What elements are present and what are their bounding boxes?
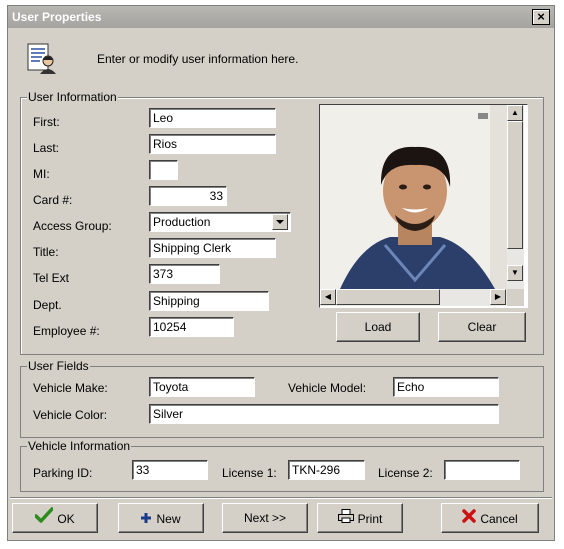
user-fields-legend: User Fields	[27, 359, 90, 373]
last-label: Last:	[33, 141, 60, 155]
x-icon	[462, 505, 477, 533]
access-group-label: Access Group:	[33, 219, 112, 233]
mi-label: MI:	[33, 167, 50, 181]
cancel-button[interactable]: Cancel	[441, 503, 539, 533]
dept-input[interactable]: Shipping	[149, 291, 269, 311]
license-2-label: License 2:	[378, 466, 433, 480]
cancel-label: Cancel	[480, 511, 518, 526]
access-group-value: Production	[153, 215, 211, 229]
scroll-up-button[interactable]: ▲	[507, 105, 523, 121]
parking-id-label: Parking ID:	[33, 466, 93, 480]
print-label: Print	[357, 511, 383, 526]
scrollbar-corner	[507, 289, 524, 306]
header-instruction: Enter or modify user information here.	[97, 52, 299, 66]
first-name-input[interactable]: Leo	[149, 108, 276, 128]
employee-photo	[320, 105, 509, 289]
license-2-input[interactable]	[444, 460, 520, 480]
access-group-select[interactable]: Production	[149, 212, 291, 232]
user-information-legend: User Information	[27, 90, 118, 104]
checkmark-icon	[34, 505, 55, 533]
photo-horizontal-scrollbar[interactable]: ◀ ▶	[320, 289, 507, 306]
next-button[interactable]: Next >>	[222, 503, 308, 533]
photo-scroll-thumb-v[interactable]	[507, 121, 523, 249]
user-document-icon	[25, 42, 59, 76]
title-input[interactable]: Shipping Clerk	[149, 238, 276, 258]
employee-number-input[interactable]: 10254	[149, 317, 234, 337]
chevron-down-icon[interactable]	[272, 214, 288, 230]
load-photo-button[interactable]: Load	[336, 312, 420, 342]
button-bar-divider	[10, 497, 552, 499]
dept-label: Dept.	[33, 298, 62, 312]
print-button[interactable]: Print	[317, 503, 403, 533]
photo-scroll-thumb-h[interactable]	[336, 289, 440, 305]
vehicle-color-input[interactable]: Silver	[149, 404, 499, 424]
card-number-input[interactable]: 33	[149, 186, 227, 206]
scroll-right-button[interactable]: ▶	[490, 289, 506, 305]
photo-panel: ▲ ▼ ◀ ▶	[319, 104, 528, 308]
ok-label: OK	[57, 511, 75, 526]
vehicle-information-legend: Vehicle Information	[27, 439, 132, 453]
vehicle-make-input[interactable]: Toyota	[149, 377, 255, 397]
printer-icon	[337, 505, 354, 533]
ok-button[interactable]: OK	[12, 503, 98, 533]
close-button[interactable]: ×	[532, 9, 550, 25]
last-name-input[interactable]: Rios	[149, 134, 276, 154]
scroll-down-button[interactable]: ▼	[507, 265, 523, 281]
card-label: Card #:	[33, 193, 73, 207]
parking-id-input[interactable]: 33	[132, 460, 208, 480]
plus-icon	[141, 505, 152, 533]
employee-label: Employee #:	[33, 324, 100, 338]
tel-ext-label: Tel Ext	[33, 271, 70, 285]
window-title: User Properties	[12, 10, 102, 24]
user-properties-window: User Properties × Enter or modify user i…	[7, 5, 555, 541]
vehicle-color-label: Vehicle Color:	[33, 408, 108, 422]
vehicle-model-label: Vehicle Model:	[288, 381, 367, 395]
license-1-input[interactable]: TKN-296	[288, 460, 365, 480]
new-button[interactable]: New	[118, 503, 204, 533]
photo-vertical-scrollbar[interactable]: ▲ ▼	[507, 105, 524, 289]
license-1-label: License 1:	[222, 466, 277, 480]
tel-ext-input[interactable]: 373	[149, 264, 220, 284]
vehicle-make-label: Vehicle Make:	[33, 381, 108, 395]
middle-initial-input[interactable]	[149, 160, 178, 180]
scroll-left-button[interactable]: ◀	[320, 289, 336, 305]
new-label: New	[156, 511, 181, 526]
vehicle-model-input[interactable]: Echo	[393, 377, 499, 397]
title-bar[interactable]: User Properties ×	[8, 6, 554, 28]
clear-photo-button[interactable]: Clear	[438, 312, 526, 342]
first-label: First:	[33, 115, 60, 129]
close-icon: ×	[537, 9, 545, 24]
title-label: Title:	[33, 245, 59, 259]
